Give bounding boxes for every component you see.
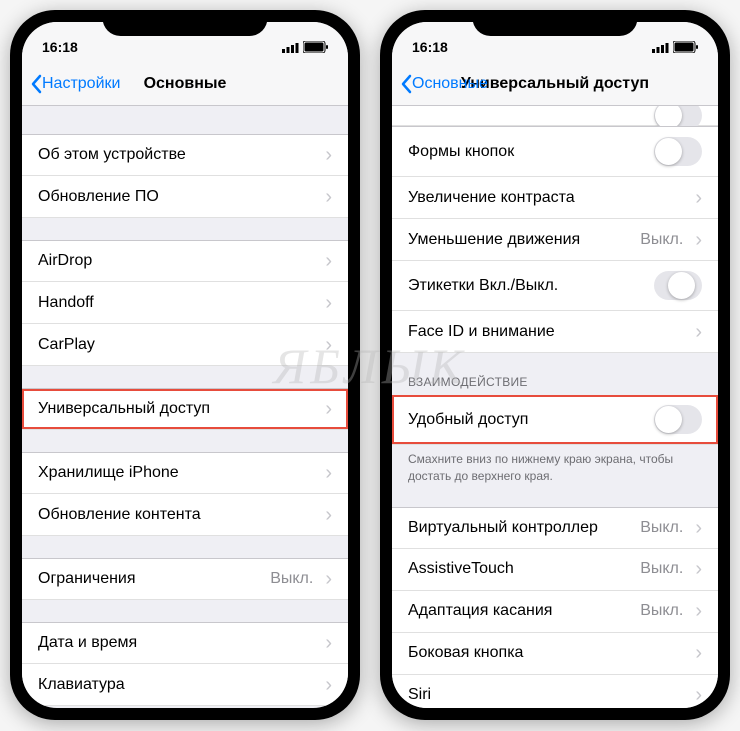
cell-label: CarPlay — [38, 336, 321, 354]
battery-icon — [303, 41, 328, 53]
chevron-right-icon: › — [695, 685, 702, 705]
status-time: 16:18 — [42, 39, 78, 55]
row-software-update[interactable]: Обновление ПО› — [22, 176, 348, 218]
chevron-right-icon: › — [695, 518, 702, 538]
nav-bar: Настройки Основные — [22, 62, 348, 106]
cell-label: Увеличение контраста — [408, 189, 691, 207]
row-accessibility[interactable]: Универсальный доступ› — [22, 388, 348, 430]
row-button-shapes[interactable]: Формы кнопок — [392, 126, 718, 177]
cell-value: Выкл. — [640, 602, 683, 620]
cell-label: Обновление контента — [38, 506, 321, 524]
cell-label: Формы кнопок — [408, 143, 654, 161]
cell-value: Выкл. — [270, 570, 313, 588]
status-time: 16:18 — [412, 39, 448, 55]
row-airdrop[interactable]: AirDrop› — [22, 240, 348, 282]
row-about[interactable]: Об этом устройстве› — [22, 134, 348, 176]
cell-value: Выкл. — [640, 560, 683, 578]
toggle-switch[interactable] — [654, 137, 702, 166]
cell-label: Siri — [408, 686, 691, 704]
content-right[interactable]: Формы кнопок Увеличение контраста› Умень… — [392, 106, 718, 708]
nav-back-button[interactable]: Основные — [400, 74, 488, 94]
row-reduce-motion[interactable]: Уменьшение движенияВыкл. › — [392, 219, 718, 261]
chevron-right-icon: › — [325, 145, 332, 165]
nav-bar: Основные Универсальный доступ — [392, 62, 718, 106]
chevron-right-icon: › — [325, 633, 332, 653]
status-indicators — [282, 41, 328, 53]
cell-value: Выкл. — [640, 231, 683, 249]
screen-left: 16:18 Настройки Основные Об этом устройс… — [22, 22, 348, 708]
cell-label: Уменьшение движения — [408, 231, 640, 249]
cell-label: Face ID и внимание — [408, 323, 691, 341]
row-switch-control[interactable]: Виртуальный контроллерВыкл. › — [392, 507, 718, 549]
status-indicators — [652, 41, 698, 53]
chevron-left-icon — [30, 74, 42, 94]
row-side-button[interactable]: Боковая кнопка› — [392, 633, 718, 675]
cell-label: Обновление ПО — [38, 188, 321, 206]
partial-row-top — [392, 106, 718, 126]
chevron-right-icon: › — [325, 251, 332, 271]
content-left[interactable]: Об этом устройстве› Обновление ПО› AirDr… — [22, 106, 348, 708]
cell-label: Удобный доступ — [408, 411, 654, 429]
chevron-right-icon: › — [325, 335, 332, 355]
signal-icon — [282, 42, 299, 53]
row-background-refresh[interactable]: Обновление контента› — [22, 494, 348, 536]
cell-label: Адаптация касания — [408, 602, 640, 620]
chevron-right-icon: › — [695, 559, 702, 579]
signal-icon — [652, 42, 669, 53]
cell-label: Handoff — [38, 294, 321, 312]
toggle-switch[interactable] — [654, 405, 702, 434]
row-assistivetouch[interactable]: AssistiveTouchВыкл. › — [392, 549, 718, 591]
chevron-right-icon: › — [325, 505, 332, 525]
phone-left: 16:18 Настройки Основные Об этом устройс… — [10, 10, 360, 720]
toggle-switch[interactable] — [654, 271, 702, 300]
chevron-right-icon: › — [695, 601, 702, 621]
cell-label: Виртуальный контроллер — [408, 519, 640, 537]
cell-label: Ограничения — [38, 570, 270, 588]
chevron-left-icon — [400, 74, 412, 94]
row-increase-contrast[interactable]: Увеличение контраста› — [392, 177, 718, 219]
row-restrictions[interactable]: ОграниченияВыкл. › — [22, 558, 348, 600]
row-keyboard[interactable]: Клавиатура› — [22, 664, 348, 706]
notch — [103, 10, 268, 36]
group-header-interaction: ВЗАИМОДЕЙСТВИЕ — [392, 375, 718, 395]
row-touch-accommodations[interactable]: Адаптация касанияВыкл. › — [392, 591, 718, 633]
chevron-right-icon: › — [325, 675, 332, 695]
chevron-right-icon: › — [325, 293, 332, 313]
row-faceid-attention[interactable]: Face ID и внимание› — [392, 311, 718, 353]
row-handoff[interactable]: Handoff› — [22, 282, 348, 324]
chevron-right-icon: › — [325, 187, 332, 207]
row-reachability[interactable]: Удобный доступ — [392, 395, 718, 445]
cell-label: AssistiveTouch — [408, 560, 640, 578]
row-onoff-labels[interactable]: Этикетки Вкл./Выкл. — [392, 261, 718, 311]
chevron-right-icon: › — [695, 188, 702, 208]
screen-right: 16:18 Основные Универсальный доступ Форм… — [392, 22, 718, 708]
phone-right: 16:18 Основные Универсальный доступ Форм… — [380, 10, 730, 720]
cell-label: Хранилище iPhone — [38, 464, 321, 482]
chevron-right-icon: › — [325, 569, 332, 589]
group-footer-interaction: Смахните вниз по нижнему краю экрана, чт… — [392, 445, 718, 485]
battery-icon — [673, 41, 698, 53]
cell-label: Универсальный доступ — [38, 400, 321, 418]
cell-label: Об этом устройстве — [38, 146, 321, 164]
cell-value: Выкл. — [640, 519, 683, 537]
cell-label: AirDrop — [38, 252, 321, 270]
chevron-right-icon: › — [695, 230, 702, 250]
cell-label: Этикетки Вкл./Выкл. — [408, 277, 654, 295]
chevron-right-icon: › — [695, 322, 702, 342]
notch — [473, 10, 638, 36]
row-siri[interactable]: Siri› — [392, 675, 718, 708]
nav-back-label: Настройки — [42, 75, 120, 93]
chevron-right-icon: › — [325, 463, 332, 483]
row-date-time[interactable]: Дата и время› — [22, 622, 348, 664]
cell-label: Клавиатура — [38, 676, 321, 694]
chevron-right-icon: › — [695, 643, 702, 663]
cell-label: Боковая кнопка — [408, 644, 691, 662]
nav-back-button[interactable]: Настройки — [30, 74, 120, 94]
row-storage[interactable]: Хранилище iPhone› — [22, 452, 348, 494]
cell-label: Дата и время — [38, 634, 321, 652]
row-carplay[interactable]: CarPlay› — [22, 324, 348, 366]
nav-back-label: Основные — [412, 75, 488, 93]
chevron-right-icon: › — [325, 399, 332, 419]
